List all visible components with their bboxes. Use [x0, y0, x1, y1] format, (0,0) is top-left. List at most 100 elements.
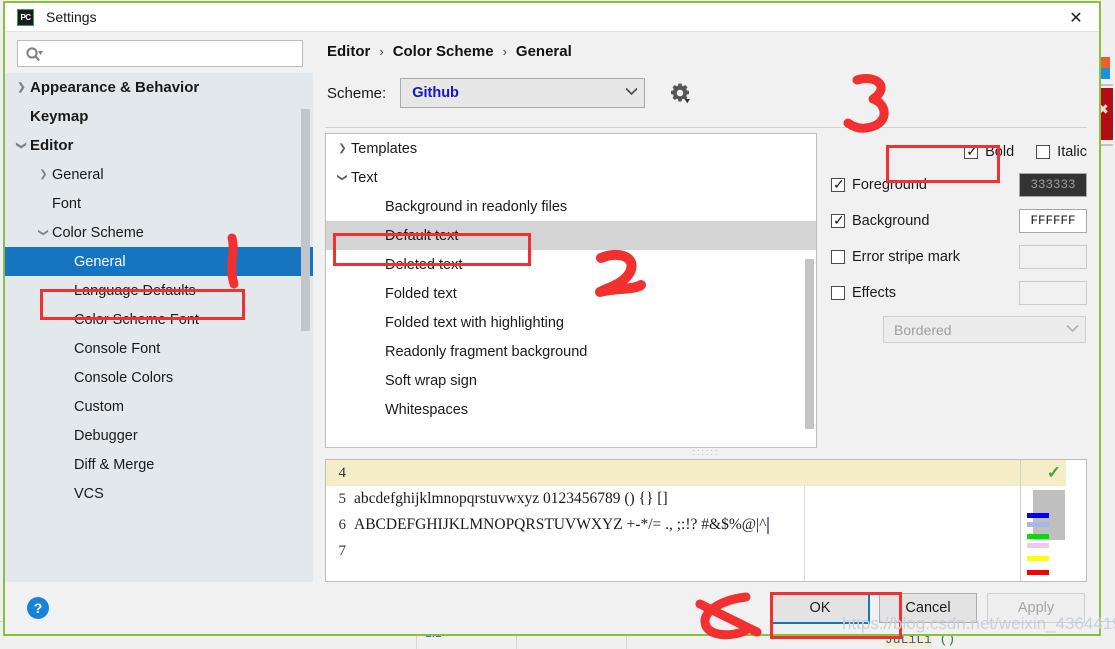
list-item-label: Folded text: [385, 285, 457, 302]
bold-checkbox-group[interactable]: Bold: [964, 143, 1015, 161]
sidebar-item-debugger[interactable]: Debugger: [5, 421, 313, 450]
color-settings-list: Templates Text Background in readonly file…: [325, 133, 817, 449]
sidebar-item-label: Debugger: [74, 427, 138, 444]
help-button[interactable]: ?: [27, 597, 49, 619]
search-input[interactable]: [45, 42, 302, 65]
error-stripe-mark-checkbox[interactable]: [831, 250, 845, 265]
cancel-button[interactable]: Cancel: [879, 593, 977, 623]
list-item-text[interactable]: Text: [326, 163, 816, 192]
italic-label: Italic: [1057, 144, 1087, 161]
preview-caret: [767, 516, 770, 534]
chevron-right-icon[interactable]: [35, 169, 52, 180]
breadcrumb: Editor › Color Scheme › General: [325, 32, 1087, 72]
scheme-value: Github: [412, 85, 459, 102]
sidebar-scrollbar[interactable]: [301, 109, 310, 331]
preview-line-number: 5: [338, 490, 347, 507]
chevron-down-icon-effects: [1066, 324, 1079, 336]
sidebar-tree: Appearance & Behavior Keymap Editor General…: [5, 73, 313, 582]
preview-pane: 4 5 abcdefghijklmnopqrstuvwxyz 0123456789 …: [325, 459, 1087, 582]
list-item-label: Readonly fragment background: [385, 343, 588, 360]
effect-type-dropdown[interactable]: Bordered: [883, 316, 1086, 344]
error-stripe-mark-color-swatch: [1019, 245, 1087, 270]
list-item-readonly-fragment-background[interactable]: Readonly fragment background: [326, 337, 816, 366]
list-item-templates[interactable]: Templates: [326, 134, 816, 163]
background-color-swatch[interactable]: FFFFFF: [1019, 209, 1087, 234]
preview-vertical-split: [804, 486, 805, 581]
effects-checkbox[interactable]: [831, 286, 845, 301]
scheme-dropdown[interactable]: Github: [400, 78, 646, 109]
sidebar-item-color-scheme-font[interactable]: Color Scheme Font: [5, 305, 313, 334]
breadcrumb-item-color-scheme[interactable]: Color Scheme: [393, 43, 494, 60]
list-item-label: Background in readonly files: [385, 198, 568, 215]
list-item-folded-text[interactable]: Folded text: [326, 279, 816, 308]
list-item-whitespaces[interactable]: Whitespaces: [326, 395, 816, 424]
sidebar-item-vcs[interactable]: VCS: [5, 479, 313, 508]
sidebar-item-color-scheme[interactable]: Color Scheme: [5, 218, 313, 247]
bold-label: Bold: [985, 144, 1015, 161]
sidebar-item-general[interactable]: General: [5, 160, 313, 189]
list-item-label: Text: [351, 169, 378, 186]
sidebar-item-keymap[interactable]: Keymap: [5, 102, 313, 131]
chevron-down-icon[interactable]: [334, 172, 351, 183]
breadcrumb-item-editor[interactable]: Editor: [327, 43, 370, 60]
error-stripe-marker[interactable]: [1027, 556, 1049, 562]
sidebar-item-custom[interactable]: Custom: [5, 392, 313, 421]
foreground-color-swatch[interactable]: 333333: [1019, 173, 1087, 198]
settings-dialog: PC Settings ✕ Appearanc: [3, 1, 1101, 636]
search-box[interactable]: [17, 40, 303, 67]
background-checkbox[interactable]: [831, 212, 845, 229]
foreground-checkbox[interactable]: [831, 176, 845, 193]
sidebar-item-label: VCS: [74, 485, 104, 502]
error-stripe-marker[interactable]: [1027, 522, 1049, 528]
list-item-label: Whitespaces: [385, 401, 469, 418]
chevron-right-icon[interactable]: [334, 143, 351, 154]
sidebar-item-label: Console Colors: [74, 369, 174, 386]
breadcrumb-separator-icon-2: ›: [502, 44, 507, 60]
attributes-pane: Bold Italic Foreground 333333 Background FF…: [817, 133, 1087, 448]
list-item-default-text[interactable]: Default text: [326, 221, 816, 251]
list-item-background-in-readonly-files[interactable]: Background in readonly files: [326, 192, 816, 221]
sidebar-item-label: General: [52, 166, 104, 183]
error-stripe-panel[interactable]: ✓: [1020, 460, 1066, 581]
sidebar-item-appearance-behavior[interactable]: Appearance & Behavior: [5, 73, 313, 102]
ok-button[interactable]: OK: [770, 592, 870, 624]
sidebar-item-console-font[interactable]: Console Font: [5, 334, 313, 363]
sidebar-item-general[interactable]: General: [5, 247, 313, 276]
attribute-row-foreground: Foreground 333333: [831, 167, 1087, 203]
italic-checkbox[interactable]: [1036, 145, 1051, 160]
sidebar-item-diff-merge[interactable]: Diff & Merge: [5, 450, 313, 479]
list-item-deleted-text[interactable]: Deleted text: [326, 250, 816, 279]
list-item-soft-wrap-sign[interactable]: Soft wrap sign: [326, 366, 816, 395]
chevron-right-icon[interactable]: [13, 82, 30, 93]
breadcrumb-item-general[interactable]: General: [516, 43, 572, 60]
preview-splitter[interactable]: ::::::: [325, 448, 1087, 457]
sidebar-item-label: Color Scheme: [52, 224, 144, 241]
sidebar-item-label: Console Font: [74, 340, 161, 357]
italic-checkbox-group[interactable]: Italic: [1036, 144, 1087, 160]
sidebar-item-console-colors[interactable]: Console Colors: [5, 363, 313, 392]
list-scrollbar[interactable]: [805, 259, 814, 430]
sidebar-item-label: Language Defaults: [74, 282, 196, 299]
content-divider: [325, 127, 1087, 128]
error-stripe-marker[interactable]: [1027, 513, 1049, 519]
sidebar-item-language-defaults[interactable]: Language Defaults: [5, 276, 313, 305]
dialog-title: Settings: [46, 9, 97, 25]
sidebar-item-label: Color Scheme Font: [74, 311, 199, 328]
scheme-label: Scheme:: [327, 84, 387, 102]
chevron-down-icon[interactable]: [35, 227, 52, 238]
close-icon[interactable]: ✕: [1053, 3, 1099, 32]
chevron-down-icon[interactable]: [13, 140, 30, 151]
search-container: [5, 32, 313, 73]
gear-icon[interactable]: [665, 78, 695, 108]
sidebar-item-font[interactable]: Font: [5, 189, 313, 218]
preview-right-gutter: [1066, 460, 1086, 581]
sidebar-item-label: Font: [52, 195, 82, 212]
error-stripe-marker[interactable]: [1027, 543, 1049, 549]
error-stripe-marker[interactable]: [1027, 570, 1049, 576]
bold-checkbox[interactable]: [964, 143, 979, 160]
list-item-folded-text-with-highlighting[interactable]: Folded text with highlighting: [326, 308, 816, 337]
error-stripe-marker[interactable]: [1027, 534, 1049, 540]
sidebar-item-editor[interactable]: Editor: [5, 131, 313, 160]
settings-sidebar: Appearance & Behavior Keymap Editor General…: [5, 32, 313, 582]
preview-code[interactable]: 4 5 abcdefghijklmnopqrstuvwxyz 0123456789 …: [326, 460, 1020, 581]
